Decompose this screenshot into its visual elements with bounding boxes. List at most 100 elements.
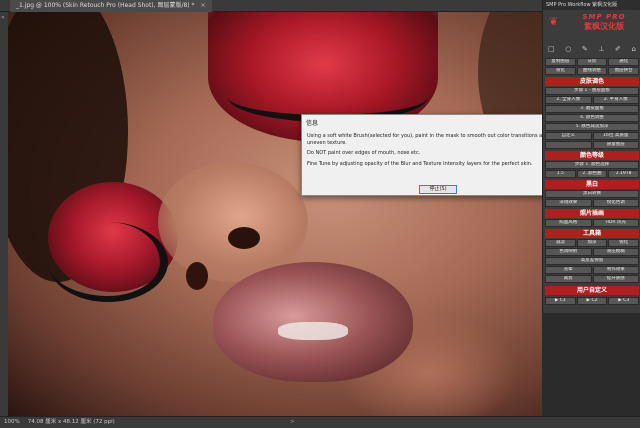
- dialog-message: Using a soft white Brush(selected for yo…: [307, 133, 557, 171]
- color-adjust-button[interactable]: 4. 颜色调整: [545, 114, 639, 122]
- logo-icon: ❦: [549, 15, 559, 28]
- zoom-level[interactable]: 100%: [4, 417, 26, 428]
- hdr-button[interactable]: HDR 风光: [592, 219, 639, 227]
- panel-row: 质量图层: [545, 141, 639, 149]
- grayscale-button[interactable]: 灰阶: [576, 58, 608, 66]
- panel-row: 2. 全身人像 2. 半身人像: [545, 96, 639, 104]
- left-gutter: «: [0, 12, 8, 416]
- status-bar: 100% 74.08 厘米 x 48.12 厘米 (72 ppi) >: [0, 416, 640, 428]
- eyelash-left: [48, 222, 168, 302]
- lasso-tool-icon[interactable]: ○: [565, 44, 571, 54]
- panel-row: 深镜效果 锐化色调: [545, 199, 639, 207]
- panel-row: ▶ C1 ▶ C2 ▶ C3: [545, 297, 640, 305]
- texture-button[interactable]: 提升质感: [592, 275, 639, 283]
- dialog-line: Using a soft white Brush(selected for yo…: [307, 133, 549, 146]
- section-header-bw: 黑白: [545, 180, 639, 189]
- section-header-illustration: 照片插画: [545, 209, 639, 218]
- color-select-button[interactable]: 步骤 1. 颜色选择: [545, 161, 639, 169]
- section-header-skin: 皮肤调色: [545, 77, 639, 86]
- blur-button[interactable]: 液压模糊: [592, 248, 639, 256]
- section-header-color-grade: 颜色等级: [545, 151, 639, 160]
- brush-tool-icon[interactable]: ✎: [582, 44, 588, 54]
- panel-row: 自定义 16位 高质量: [545, 132, 639, 140]
- panel-logo: SMP PRO 紫枫汉化版: [571, 13, 637, 32]
- stamp-tool-icon[interactable]: ⊥: [598, 44, 604, 54]
- panel-row: 5. 肤色减淡加深: [545, 123, 639, 131]
- blank-button[interactable]: [545, 141, 592, 149]
- panel-row: 裁剪 提升质感: [545, 275, 639, 283]
- half-body-button[interactable]: 2. 半身人像: [592, 96, 639, 104]
- custom-c2-button[interactable]: ▶ C2: [576, 297, 608, 305]
- quality-layer-button[interactable]: 质量图层: [592, 141, 639, 149]
- color-curve-button[interactable]: 2. 颜色曲: [576, 170, 608, 178]
- photo-canvas[interactable]: [8, 12, 542, 416]
- 16bit-button[interactable]: 16位 高质量: [592, 132, 639, 140]
- tool-strip: □ ○ ✎ ⊥ ✐ ⌂: [545, 44, 639, 54]
- panel-row: 3. 磨皮面板: [545, 105, 639, 113]
- logo-line1: SMP PRO: [582, 13, 626, 21]
- sharpen-button[interactable]: 锐化: [608, 239, 640, 247]
- section-header-user: 用户自定义: [545, 286, 639, 295]
- stop-button[interactable]: 停止(S): [419, 185, 457, 194]
- panel-row: 照面风格 HDR 风光: [545, 219, 639, 227]
- panel-row: 黑白转换: [545, 190, 639, 198]
- teeth: [278, 322, 348, 340]
- grade-1-5-button[interactable]: 1.5: [545, 170, 576, 178]
- section-header-toolbox: 工具箱: [545, 229, 639, 238]
- document-info: 74.08 厘米 x 48.12 厘米 (72 ppi): [27, 419, 115, 425]
- panel-row: 步骤 1 - 图层面板: [545, 87, 639, 95]
- panel-row: 色调映射 液压模糊: [545, 248, 639, 256]
- status-menu-arrow-icon[interactable]: >: [290, 417, 295, 428]
- depth-effect-button[interactable]: 深镜效果: [545, 199, 592, 207]
- duplicate-layer-button[interactable]: 复制图层: [545, 58, 576, 66]
- dodge-button[interactable]: 减淡: [545, 239, 576, 247]
- glow-button[interactable]: 光晕: [545, 266, 592, 274]
- unify-button[interactable]: 通化: [608, 58, 640, 66]
- dialog-line: Fine Tune by adjusting opacity of the Bl…: [307, 160, 533, 167]
- dialog-title: 信息: [306, 120, 319, 127]
- dialog-line: Do NOT paint over edges of mouth, nose e…: [307, 150, 421, 156]
- document-tab-title: _1.jpg @ 100% (Skin Retouch Pro (Head Sh…: [16, 2, 195, 9]
- burn-button[interactable]: 加深: [576, 239, 608, 247]
- grade-1978-button[interactable]: 2.1978: [608, 170, 640, 178]
- photo-style-button[interactable]: 照面风格: [545, 219, 592, 227]
- panel-row: 减淡 加深 锐化: [545, 239, 640, 247]
- curves-button[interactable]: 曲线调整: [576, 67, 608, 75]
- pen-tool-icon[interactable]: ✐: [615, 44, 621, 54]
- skin-smooth-button[interactable]: 3. 磨皮面板: [545, 105, 639, 113]
- close-icon[interactable]: ×: [200, 2, 205, 9]
- panel-row: 1.5 2. 颜色曲 2.1978: [545, 170, 640, 178]
- panel-row: 4. 颜色调整: [545, 114, 639, 122]
- marquee-tool-icon[interactable]: □: [548, 44, 555, 54]
- custom-c3-button[interactable]: ▶ C3: [608, 297, 640, 305]
- document-tab[interactable]: _1.jpg @ 100% (Skin Retouch Pro (Head Sh…: [10, 0, 212, 12]
- tone-map-button[interactable]: 色调映射: [545, 248, 592, 256]
- dodge-burn-button[interactable]: 5. 肤色减淡加深: [545, 123, 639, 131]
- nostril: [228, 227, 260, 249]
- smp-pro-panel: SMP Pro Workflow 紫枫汉化版 ❦ SMP PRO 紫枫汉化版 □…: [542, 0, 640, 313]
- collapse-arrow-icon[interactable]: «: [1, 14, 5, 21]
- panel-row: 复制图层 灰阶 通化: [545, 58, 640, 66]
- bw-convert-button[interactable]: 黑白转换: [545, 190, 639, 198]
- document-tab-bar: _1.jpg @ 100% (Skin Retouch Pro (Head Sh…: [0, 0, 542, 12]
- crop-button[interactable]: 裁剪: [545, 275, 592, 283]
- make-effect-button[interactable]: 制作效果: [592, 266, 639, 274]
- flatten-button[interactable]: 图层拼合: [608, 67, 640, 75]
- liquify-button[interactable]: 液化: [545, 67, 576, 75]
- custom-c1-button[interactable]: ▶ C1: [545, 297, 576, 305]
- high-pass-button[interactable]: 高反差保留: [545, 257, 639, 265]
- panel-row: 高反差保留: [545, 257, 639, 265]
- panel-title: SMP Pro Workflow 紫枫汉化版: [543, 0, 640, 10]
- photoshop-window: _1.jpg @ 100% (Skin Retouch Pro (Head Sh…: [0, 0, 640, 428]
- nostril: [186, 262, 208, 290]
- info-dialog: 信息 Using a soft white Brush(selected for…: [301, 114, 563, 196]
- panel-row: 步骤 1. 颜色选择: [545, 161, 639, 169]
- panel-row: 光晕 制作效果: [545, 266, 639, 274]
- full-body-button[interactable]: 2. 全身人像: [545, 96, 592, 104]
- right-gutter: [542, 313, 640, 416]
- eraser-tool-icon[interactable]: ⌂: [631, 44, 635, 54]
- custom-button[interactable]: 自定义: [545, 132, 592, 140]
- step1-button[interactable]: 步骤 1 - 图层面板: [545, 87, 639, 95]
- logo-line2: 紫枫汉化版: [584, 22, 624, 31]
- sharpen-tone-button[interactable]: 锐化色调: [592, 199, 639, 207]
